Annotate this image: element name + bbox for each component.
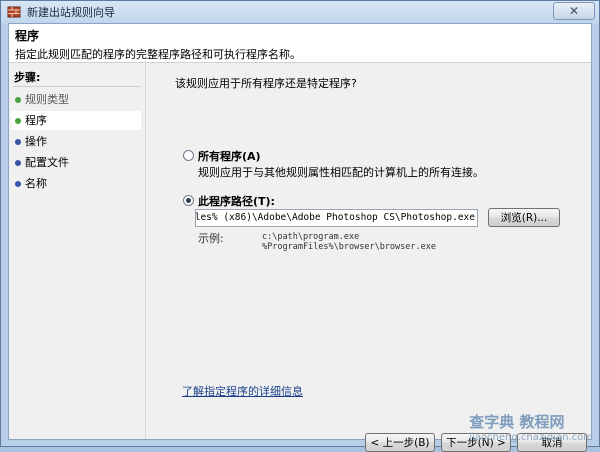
program-path-value: %ProgramFiles% (x86)\Adobe\Adobe Photosh…	[195, 212, 475, 223]
question-text: 该规则应用于所有程序还是特定程序?	[175, 77, 357, 90]
close-button[interactable]: ✕	[553, 2, 595, 20]
step-item: 程序	[11, 111, 141, 130]
step-label: 程序	[25, 114, 47, 127]
step-item: 规则类型	[11, 90, 141, 109]
step-label: 名称	[25, 177, 47, 190]
example-path-1: c:\path\program.exe	[262, 232, 360, 242]
watermark: 查字典 教程网 jiaocheng.chazidian.com	[469, 411, 593, 443]
step-bullet-icon	[15, 139, 21, 145]
step-bullet-icon	[15, 118, 21, 124]
step-bullet-icon	[15, 181, 21, 187]
step-item: 配置文件	[11, 153, 141, 172]
step-label: 配置文件	[25, 156, 69, 169]
main-panel: 该规则应用于所有程序还是特定程序? 所有程序(A) 规则应用于与其他规则属性相匹…	[146, 63, 591, 452]
steps-divider	[13, 86, 141, 87]
wizard-header: 程序 指定此规则匹配的程序的完整程序路径和可执行程序名称。	[9, 24, 591, 63]
example-path-2: %ProgramFiles%\browser\browser.exe	[262, 242, 436, 252]
watermark-url: jiaocheng.chazidian.com	[469, 432, 593, 443]
page-title: 程序	[15, 29, 40, 43]
step-item: 操作	[11, 132, 141, 151]
program-path-radio[interactable]	[183, 195, 194, 206]
all-programs-radio[interactable]	[183, 150, 194, 161]
step-label: 操作	[25, 135, 47, 148]
all-programs-description: 规则应用于与其他规则属性相匹配的计算机上的所有连接。	[198, 166, 484, 179]
steps-heading: 步骤:	[14, 71, 41, 84]
title-bar[interactable]: 新建出站规则向导 ✕	[1, 1, 599, 23]
browse-button[interactable]: 浏览(R)...	[488, 208, 560, 227]
firewall-icon	[7, 6, 21, 18]
step-item: 名称	[11, 174, 141, 193]
all-programs-label[interactable]: 所有程序(A)	[198, 148, 261, 164]
page-description: 指定此规则匹配的程序的完整程序路径和可执行程序名称。	[15, 48, 301, 61]
watermark-title: 查字典 教程网	[469, 413, 565, 431]
step-bullet-icon	[15, 97, 21, 103]
window-title: 新建出站规则向导	[27, 6, 115, 19]
back-button[interactable]: < 上一步(B)	[365, 433, 435, 452]
steps-panel: 步骤: 规则类型程序操作配置文件名称	[9, 63, 146, 439]
program-path-input[interactable]: %ProgramFiles% (x86)\Adobe\Adobe Photosh…	[195, 209, 478, 227]
step-bullet-icon	[15, 160, 21, 166]
step-label: 规则类型	[25, 93, 69, 106]
example-label: 示例:	[198, 232, 224, 245]
details-link[interactable]: 了解指定程序的详细信息	[182, 383, 303, 399]
wizard-window: 新建出站规则向导 ✕ 程序 指定此规则匹配的程序的完整程序路径和可执行程序名称。…	[0, 0, 600, 452]
wizard-client-area: 程序 指定此规则匹配的程序的完整程序路径和可执行程序名称。 步骤: 规则类型 程序…	[8, 23, 592, 452]
program-path-label[interactable]: 此程序路径(T):	[198, 193, 275, 209]
close-icon: ✕	[568, 4, 580, 18]
